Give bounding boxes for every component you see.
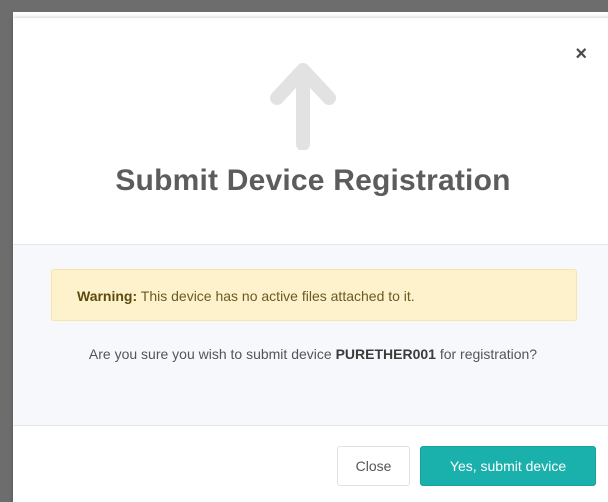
modal-body: Warning: This device has no active files… — [13, 245, 608, 426]
backdrop-overlay-left — [0, 0, 13, 502]
submit-registration-modal: × Submit Device Registration Warning: Th… — [13, 18, 608, 502]
warning-alert: Warning: This device has no active files… — [51, 269, 577, 321]
arrow-up-icon — [270, 63, 336, 150]
backdrop-overlay-top — [0, 0, 608, 12]
confirm-suffix: for registration? — [435, 346, 538, 362]
confirm-prefix: Are you sure you wish to submit device — [88, 346, 336, 362]
warning-message: This device has no active files attached… — [137, 288, 415, 304]
submit-device-button[interactable]: Yes, submit device — [420, 446, 596, 486]
modal-header: × Submit Device Registration — [13, 18, 608, 245]
warning-label: Warning: — [77, 288, 138, 304]
device-id: PURETHER001 — [335, 346, 436, 362]
modal-title: Submit Device Registration — [115, 164, 511, 197]
confirm-message: Are you sure you wish to submit device P… — [73, 343, 553, 365]
close-icon[interactable]: × — [575, 44, 587, 64]
close-button[interactable]: Close — [337, 446, 410, 486]
modal-footer: Close Yes, submit device — [13, 426, 608, 502]
